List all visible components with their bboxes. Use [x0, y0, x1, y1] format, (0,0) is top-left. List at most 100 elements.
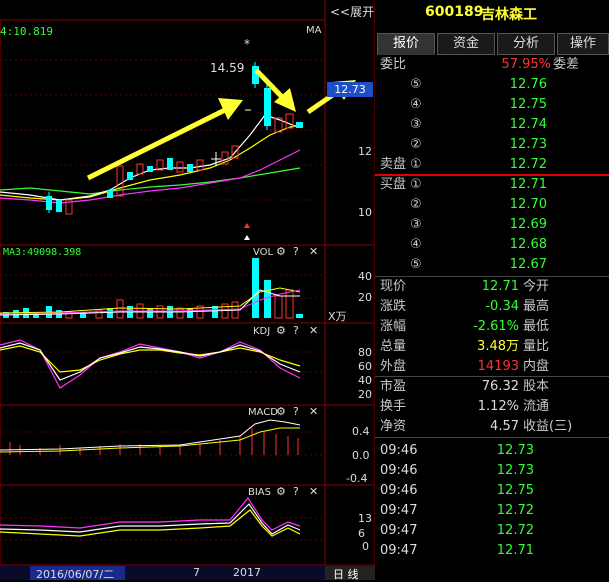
macd-gear-icon[interactable]: ⚙ — [276, 405, 286, 418]
vol-indicator-label[interactable]: VOL — [253, 247, 273, 258]
pe-value: 76.32 — [481, 379, 519, 394]
x-axis-tick: 2017 — [233, 566, 261, 579]
turnover-label: 换手 — [380, 399, 407, 414]
sell-level-5[interactable]: ⑤ 12.76 — [375, 75, 609, 95]
kdj-close-icon[interactable]: ✕ — [309, 324, 318, 337]
ma-magenta-line — [0, 149, 301, 204]
nav-label: 净资 — [380, 419, 407, 434]
kdj-question-icon[interactable]: ? — [293, 324, 299, 337]
sell-level-3[interactable]: ③ 12.74 — [375, 115, 609, 135]
level-marker: ① — [410, 157, 422, 172]
x-axis-tick: 7 — [193, 566, 200, 579]
level-marker: ④ — [410, 237, 422, 252]
tick-time: 09:46 — [380, 483, 418, 498]
bias-axis-tick: 6 — [358, 527, 365, 540]
level-marker: ③ — [410, 117, 422, 132]
pct-label: 涨幅 — [380, 319, 407, 334]
sell-level-4[interactable]: ④ 12.75 — [375, 95, 609, 115]
bias-close-icon[interactable]: ✕ — [309, 485, 318, 498]
kline-chart-area[interactable]: 4:10.819 MA * 14.59 12.73 12 10 MA3:4909… — [0, 0, 375, 581]
buy-price: 12.68 — [509, 237, 547, 252]
tab-quote[interactable]: 报价 — [377, 33, 435, 55]
nav-value: 4.57 — [490, 419, 519, 434]
sell-price: 12.73 — [509, 137, 547, 152]
change-row: 涨跌 -0.34 最高 — [375, 297, 609, 317]
tick-price: 12.73 — [496, 443, 534, 458]
kdj-gear-icon[interactable]: ⚙ — [276, 324, 286, 337]
tick-price: 12.73 — [496, 463, 534, 478]
sell-level-1[interactable]: 卖盘 ① 12.72 — [375, 155, 609, 175]
buy-label: 买盘 — [380, 177, 407, 192]
bias-question-icon[interactable]: ? — [293, 485, 299, 498]
inner-label: 内盘 — [523, 359, 550, 374]
quote-panel: 600189 吉林森工 报价 资金 分析 操作 委比 57.95% 委差 ⑤ 1… — [375, 0, 609, 580]
macd-indicator-label[interactable]: MACD — [248, 407, 278, 418]
turnover-value: 1.12% — [477, 399, 519, 414]
tick-price: 12.75 — [496, 483, 534, 498]
tick-price: 12.71 — [496, 543, 534, 558]
outer-label: 外盘 — [380, 359, 407, 374]
ma-yellow-line — [0, 124, 301, 201]
pct-row: 涨幅 -2.61% 最低 — [375, 317, 609, 337]
kdj-axis-tick: 60 — [358, 360, 372, 373]
current-price-badge: 12.73 — [327, 82, 373, 97]
vol-gear-icon[interactable]: ⚙ — [276, 245, 286, 258]
current-price-label: 现价 — [380, 279, 407, 294]
tick-time: 09:47 — [380, 523, 418, 538]
outer-value: 14193 — [477, 359, 519, 374]
tick-row: 09:47 12.71 — [375, 541, 609, 561]
ma-indicator-label[interactable]: MA — [306, 25, 321, 36]
macd-axis-tick: 0.0 — [352, 449, 370, 462]
weibi-value: 57.95% — [501, 57, 551, 72]
current-price-row: 现价 12.71 今开 — [375, 277, 609, 297]
float-label: 流通 — [523, 399, 550, 414]
macd-close-icon[interactable]: ✕ — [309, 405, 318, 418]
sell-price: 12.74 — [509, 117, 547, 132]
bias-axis-tick: 13 — [358, 512, 372, 525]
buy-level-2[interactable]: ② 12.70 — [375, 195, 609, 215]
tick-time: 09:47 — [380, 503, 418, 518]
vol-axis-tick: 40 — [358, 270, 372, 283]
stock-code: 600189 — [425, 4, 484, 20]
vol-close-icon[interactable]: ✕ — [309, 245, 318, 258]
buy-level-1[interactable]: 买盘 ① 12.71 — [375, 175, 609, 195]
volume-value: 3.48万 — [477, 339, 519, 354]
expand-button[interactable]: <<展开 — [330, 3, 374, 20]
level-marker: ② — [410, 197, 422, 212]
open-label: 今开 — [523, 279, 550, 294]
high-label: 最高 — [523, 299, 550, 314]
turnover-row: 换手 1.12% 流通 — [375, 397, 609, 417]
buy-level-4[interactable]: ④ 12.68 — [375, 235, 609, 255]
star-marker: * — [244, 37, 250, 51]
weibi-row: 委比 57.95% 委差 — [375, 55, 609, 75]
vol-question-icon[interactable]: ? — [293, 245, 299, 258]
low-label: 最低 — [523, 319, 550, 334]
tick-time: 09:47 — [380, 543, 418, 558]
buy-level-5[interactable]: ⑤ 12.67 — [375, 255, 609, 275]
divider — [375, 437, 609, 438]
kdj-axis-tick: 40 — [358, 374, 372, 387]
buy-level-3[interactable]: ③ 12.69 — [375, 215, 609, 235]
sell-level-2[interactable]: ② 12.73 — [375, 135, 609, 155]
buy-price: 12.71 — [509, 177, 547, 192]
buy-price: 12.70 — [509, 197, 547, 212]
price-axis-tick: 10 — [358, 206, 372, 219]
kdj-indicator-label[interactable]: KDJ — [253, 326, 270, 337]
outer-row: 外盘 14193 内盘 — [375, 357, 609, 377]
change-label: 涨跌 — [380, 299, 407, 314]
bias-gear-icon[interactable]: ⚙ — [276, 485, 286, 498]
level-marker: ③ — [410, 217, 422, 232]
kdj-axis-tick: 80 — [358, 346, 372, 359]
level-marker: ② — [410, 137, 422, 152]
buy-price: 12.69 — [509, 217, 547, 232]
sell-price: 12.76 — [509, 77, 547, 92]
tick-row: 09:47 12.72 — [375, 521, 609, 541]
macd-question-icon[interactable]: ? — [293, 405, 299, 418]
tab-operation[interactable]: 操作 — [557, 33, 609, 55]
tab-capital[interactable]: 资金 — [437, 33, 495, 55]
current-price-value: 12.71 — [481, 279, 519, 294]
volume-label: 总量 — [380, 339, 407, 354]
capital-label: 股本 — [523, 379, 550, 394]
bias-indicator-label[interactable]: BIAS — [248, 487, 271, 498]
tab-analysis[interactable]: 分析 — [497, 33, 555, 55]
